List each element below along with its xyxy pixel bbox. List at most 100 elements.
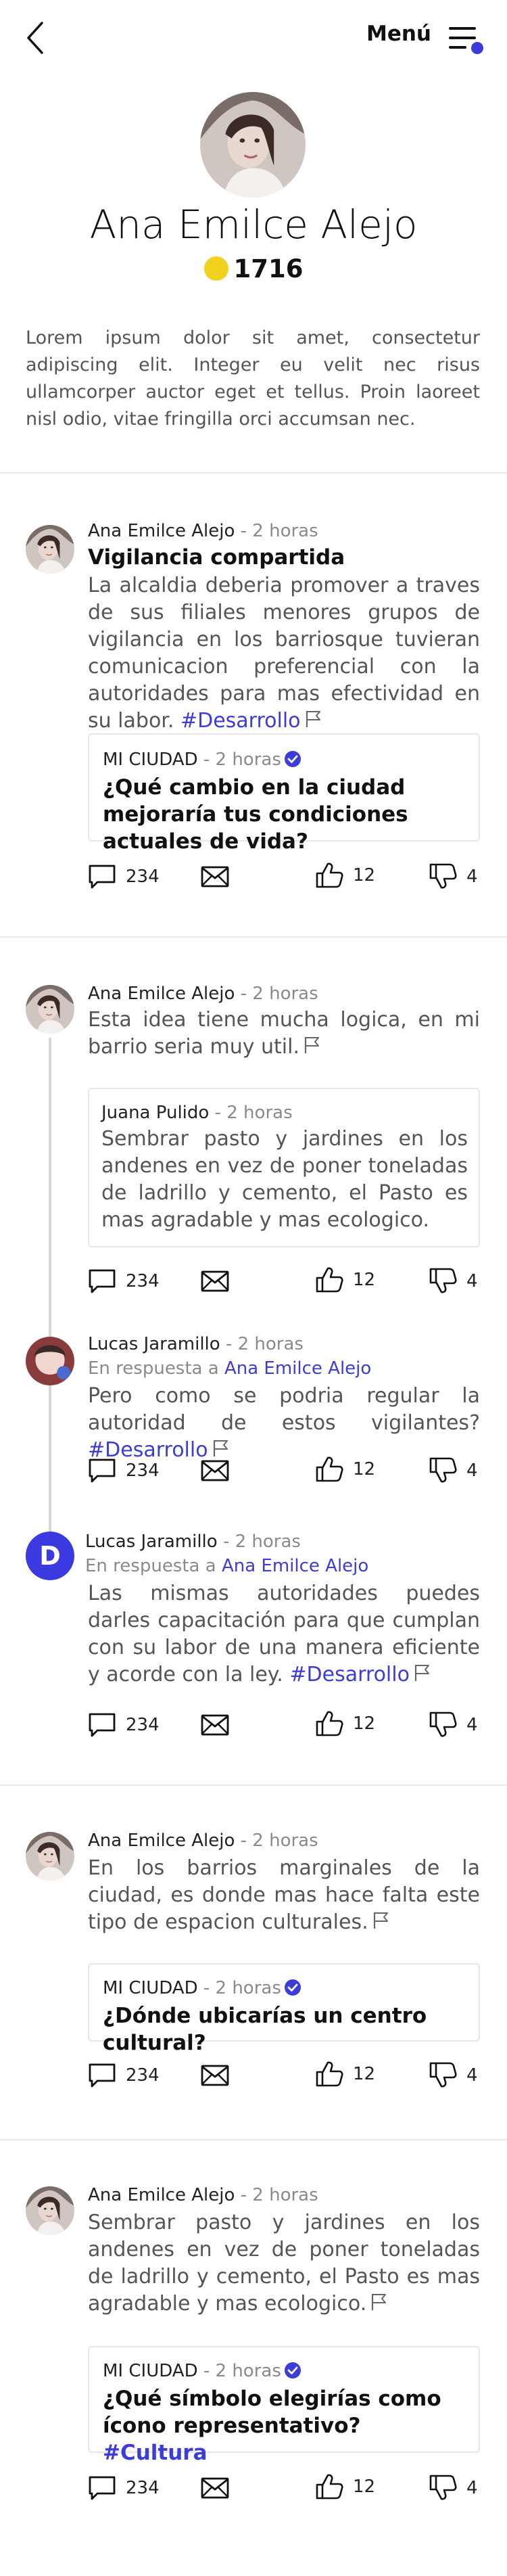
dislike-button[interactable]: 4 bbox=[429, 1266, 478, 1296]
verified-icon bbox=[283, 750, 301, 768]
dislike-count: 4 bbox=[466, 1460, 478, 1481]
avatar[interactable] bbox=[26, 525, 74, 574]
divider bbox=[0, 1785, 507, 1786]
avatar[interactable] bbox=[26, 1337, 74, 1385]
share-button[interactable] bbox=[200, 1456, 238, 1486]
comments-button[interactable]: 234 bbox=[88, 2473, 160, 2503]
flag-icon[interactable] bbox=[212, 1439, 230, 1458]
share-button[interactable] bbox=[200, 1266, 238, 1296]
quote-source: MI CIUDAD bbox=[103, 2361, 198, 2381]
reply-time: 2 horas bbox=[235, 1532, 301, 1552]
post-time: 2 horas bbox=[252, 1831, 318, 1851]
share-button[interactable] bbox=[200, 2473, 238, 2503]
comments-button[interactable]: 234 bbox=[88, 862, 160, 892]
avatar[interactable]: D bbox=[26, 1532, 74, 1580]
dislike-count: 4 bbox=[466, 1715, 478, 1735]
avatar[interactable] bbox=[26, 985, 74, 1034]
like-count: 12 bbox=[353, 1459, 376, 1479]
verified-icon bbox=[283, 1979, 301, 1996]
comment-icon bbox=[89, 1458, 116, 1483]
post-meta: Ana Emilce Alejo - 2 horas bbox=[88, 521, 318, 541]
thumbs-down-icon bbox=[429, 1457, 457, 1483]
post-author[interactable]: Ana Emilce Alejo bbox=[88, 1831, 235, 1851]
coin-icon bbox=[203, 256, 228, 281]
quote-author: Juana Pulido bbox=[101, 1103, 210, 1123]
menu-label[interactable]: Menú bbox=[366, 22, 431, 46]
comment-count: 234 bbox=[126, 867, 160, 887]
flag-icon[interactable] bbox=[414, 1663, 431, 1682]
dislike-button[interactable]: 4 bbox=[429, 2473, 478, 2503]
post-time: 2 horas bbox=[252, 984, 318, 1004]
reply-body: Pero como se podria regular la autoridad… bbox=[88, 1384, 480, 1462]
reply-context: En respuesta a Ana Emilce Alejo bbox=[85, 1556, 369, 1576]
comments-button[interactable]: 234 bbox=[88, 1456, 160, 1486]
hashtag-link[interactable]: #Desarrollo bbox=[180, 709, 301, 733]
chevron-left-icon bbox=[27, 22, 43, 54]
thumbs-up-icon bbox=[316, 2474, 343, 2500]
dislike-button[interactable]: 4 bbox=[429, 2061, 478, 2090]
like-button[interactable]: 12 bbox=[315, 1709, 375, 1739]
quote-meta: MI CIUDAD - 2 horas bbox=[103, 750, 301, 770]
hashtag-link[interactable]: #Cultura bbox=[103, 2441, 208, 2465]
quoted-comment[interactable]: Juana Pulido - 2 horas Sembrar pasto y j… bbox=[88, 1088, 480, 1247]
reply-meta: Lucas Jaramillo - 2 horas bbox=[85, 1532, 301, 1552]
share-button[interactable] bbox=[200, 1710, 238, 1740]
quoted-question[interactable]: MI CIUDAD - 2 horas ¿Qué cambio en la ci… bbox=[88, 733, 480, 854]
dislike-count: 4 bbox=[466, 1271, 478, 1291]
like-button[interactable]: 12 bbox=[315, 1454, 375, 1484]
thumbs-up-icon bbox=[316, 2061, 343, 2087]
quote-title: ¿Dónde ubicarías un centro cultural? bbox=[103, 2004, 427, 2055]
flag-icon[interactable] bbox=[305, 710, 322, 729]
flag-icon[interactable] bbox=[370, 2293, 388, 2312]
menu-button[interactable] bbox=[448, 23, 485, 55]
quote-body: Sembrar pasto y jardines en los andenes … bbox=[101, 1127, 468, 1232]
comments-button[interactable]: 234 bbox=[88, 1266, 160, 1296]
post-author[interactable]: Ana Emilce Alejo bbox=[88, 2185, 235, 2205]
post-author[interactable]: Ana Emilce Alejo bbox=[88, 521, 235, 541]
like-button[interactable]: 12 bbox=[315, 860, 375, 890]
thumbs-down-icon bbox=[429, 2062, 457, 2088]
back-button[interactable] bbox=[20, 19, 50, 57]
profile-avatar bbox=[200, 92, 306, 198]
quoted-question[interactable]: MI CIUDAD - 2 horas ¿Qué símbolo elegirí… bbox=[88, 2346, 480, 2465]
thumbs-down-icon bbox=[429, 1268, 457, 1293]
post-time: 2 horas bbox=[252, 2185, 318, 2205]
avatar[interactable] bbox=[26, 1832, 74, 1881]
points-display: 1716 bbox=[0, 254, 507, 283]
reply-to-link[interactable]: Ana Emilce Alejo bbox=[224, 1358, 371, 1379]
comment-icon bbox=[89, 2476, 116, 2500]
divider bbox=[0, 936, 507, 938]
thumbs-up-icon bbox=[316, 1456, 343, 1482]
reply-to-link[interactable]: Ana Emilce Alejo bbox=[222, 1556, 368, 1576]
hashtag-link[interactable]: #Desarrollo bbox=[289, 1663, 410, 1686]
comments-button[interactable]: 234 bbox=[88, 2061, 160, 2090]
thumbs-up-icon bbox=[316, 1711, 343, 1736]
dislike-button[interactable]: 4 bbox=[429, 1456, 478, 1486]
post-time: 2 horas bbox=[252, 521, 318, 541]
dislike-button[interactable]: 4 bbox=[429, 862, 478, 892]
dislike-count: 4 bbox=[466, 2065, 478, 2086]
comment-icon bbox=[89, 865, 116, 889]
flag-icon[interactable] bbox=[304, 1036, 321, 1055]
like-button[interactable]: 12 bbox=[315, 2059, 375, 2089]
like-button[interactable]: 12 bbox=[315, 1265, 375, 1295]
quoted-question[interactable]: MI CIUDAD - 2 horas ¿Dónde ubicarías un … bbox=[88, 1963, 480, 2055]
points-value: 1716 bbox=[233, 254, 304, 283]
post-author[interactable]: Ana Emilce Alejo bbox=[88, 984, 235, 1004]
post-title: Vigilancia compartida bbox=[88, 545, 345, 570]
reply-author[interactable]: Lucas Jaramillo bbox=[85, 1532, 218, 1552]
like-count: 12 bbox=[353, 2477, 376, 2497]
share-button[interactable] bbox=[200, 862, 238, 892]
dislike-button[interactable]: 4 bbox=[429, 1710, 478, 1740]
reply-author[interactable]: Lucas Jaramillo bbox=[88, 1334, 220, 1354]
comments-button[interactable]: 234 bbox=[88, 1710, 160, 1740]
quote-meta: MI CIUDAD - 2 horas bbox=[103, 2361, 301, 2381]
share-button[interactable] bbox=[200, 2061, 238, 2090]
flag-icon[interactable] bbox=[372, 1911, 390, 1930]
avatar[interactable] bbox=[26, 2186, 74, 2235]
like-button[interactable]: 12 bbox=[315, 2472, 375, 2502]
dislike-count: 4 bbox=[466, 867, 478, 887]
mail-icon bbox=[201, 1460, 229, 1481]
quote-meta: Juana Pulido - 2 horas bbox=[101, 1103, 293, 1123]
comment-count: 234 bbox=[126, 1271, 160, 1291]
